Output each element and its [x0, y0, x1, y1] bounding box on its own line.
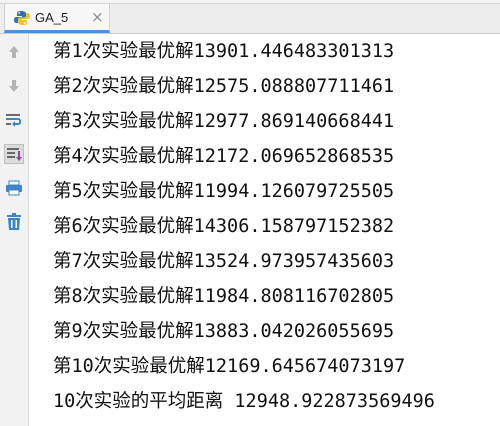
console-line: 第6次实验最优解14306.158797152382 [53, 216, 395, 237]
python-icon [14, 11, 30, 25]
tab-title: GA_5 [35, 10, 69, 25]
console-line: 第1次实验最优解13901.446483301313 [53, 41, 395, 62]
console-output[interactable]: 第1次实验最优解13901.446483301313 第2次实验最优解12575… [28, 34, 500, 426]
console-line: 第3次实验最优解12977.869140668441 [53, 111, 395, 132]
arrow-up-icon[interactable] [4, 42, 24, 62]
console-line: 10次实验的平均距离 12948.922873569496 [53, 391, 435, 412]
console-line: 第4次实验最优解12172.069652868535 [53, 146, 395, 167]
trash-icon[interactable] [4, 212, 24, 232]
soft-wrap-icon[interactable] [4, 110, 24, 130]
console-line: 第9次实验最优解13883.042026055695 [53, 321, 395, 342]
console-toolbar [0, 34, 29, 426]
console-line: 第2次实验最优解12575.088807711461 [53, 76, 395, 97]
console-line: 第10次实验最优解12169.645674073197 [53, 356, 406, 377]
tab-ga5[interactable]: GA_5 × [4, 4, 110, 33]
console-line: 第8次实验最优解11984.808116702805 [53, 286, 395, 307]
close-icon[interactable]: × [91, 8, 104, 26]
console-line: 第7次实验最优解13524.973957435603 [53, 251, 395, 272]
arrow-down-icon[interactable] [4, 76, 24, 96]
console-line: 第5次实验最优解11994.126079725505 [53, 181, 395, 202]
print-icon[interactable] [4, 178, 24, 198]
tab-bar: GA_5 × [0, 0, 500, 34]
scroll-to-end-icon[interactable] [4, 144, 24, 164]
